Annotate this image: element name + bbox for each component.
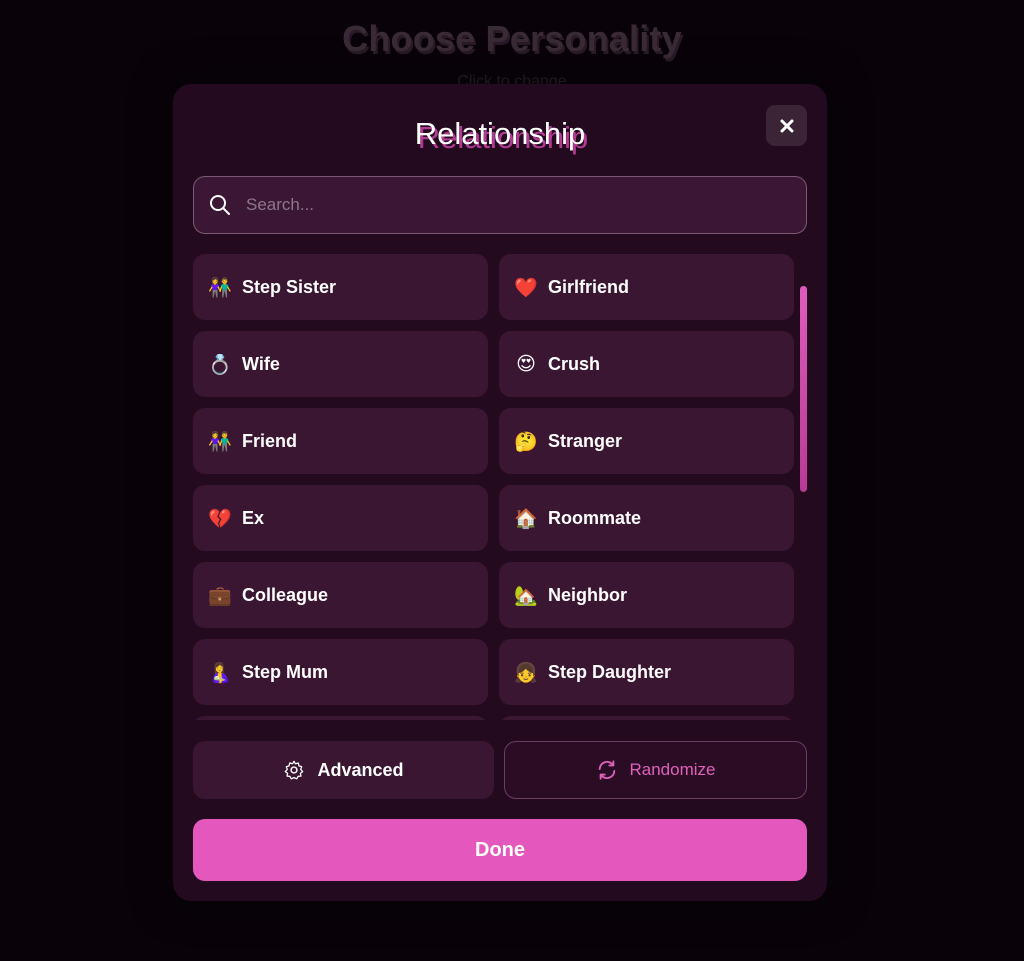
relationship-option[interactable]: 🤱 Step Mum [193, 639, 488, 705]
search-icon [208, 193, 232, 217]
relationship-option[interactable]: 👫 Friend [193, 408, 488, 474]
relationship-option[interactable]: 👫 Step Sister [193, 254, 488, 320]
relationship-option[interactable]: 🏠 Roommate [499, 485, 794, 551]
relationship-emoji-icon: 🤔 [514, 430, 538, 453]
done-label: Done [475, 838, 525, 861]
relationship-label: Colleague [242, 584, 329, 605]
search-input[interactable] [246, 195, 806, 215]
relationship-emoji-icon: 💔 [208, 507, 232, 530]
background-page-title: Choose Personality [342, 18, 682, 59]
relationship-emoji-icon: ❤️ [514, 276, 538, 299]
relationship-emoji-icon: 👫 [208, 276, 232, 299]
relationship-label: Crush [548, 353, 601, 374]
relationship-emoji-icon: 💼 [208, 584, 232, 607]
relationship-modal: Relationship 👫 Step Sister ❤️ Girlfriend 💍 Wi… [173, 84, 827, 901]
relationship-label: Ex [242, 507, 265, 528]
relationship-emoji-icon: 👫 [208, 430, 232, 453]
relationship-label: Neighbor [548, 584, 627, 605]
relationship-label: Roommate [548, 507, 642, 528]
modal-title: Relationship [414, 116, 586, 151]
relationship-option[interactable] [499, 716, 794, 720]
relationship-label: Step Sister [242, 276, 337, 297]
advanced-button[interactable]: Advanced [193, 741, 494, 799]
relationship-label: Stranger [548, 430, 623, 451]
close-button[interactable] [766, 105, 807, 146]
scrollbar-thumb[interactable] [800, 286, 807, 492]
relationship-label: Girlfriend [548, 276, 630, 297]
relationship-option[interactable] [193, 716, 488, 720]
randomize-label: Randomize [629, 760, 716, 779]
relationship-option[interactable]: 😍 Crush [499, 331, 794, 397]
relationship-option[interactable]: 💔 Ex [193, 485, 488, 551]
relationship-label: Step Daughter [548, 661, 672, 682]
relationship-emoji-icon: 💍 [208, 353, 232, 376]
relationship-option[interactable]: 💼 Colleague [193, 562, 488, 628]
relationship-emoji-icon: 🤱 [208, 661, 232, 684]
done-button[interactable]: Done [193, 819, 807, 881]
relationship-emoji-icon: 🏠 [514, 507, 538, 530]
relationship-emoji-icon: 👧 [514, 661, 538, 684]
relationship-emoji-icon: 🏡 [514, 584, 538, 607]
relationship-label: Friend [242, 430, 298, 451]
close-icon [780, 119, 793, 132]
relationship-emoji-icon: 😍 [516, 353, 536, 375]
relationship-option[interactable]: 🏡 Neighbor [499, 562, 794, 628]
search-box[interactable] [193, 176, 807, 234]
advanced-label: Advanced [317, 759, 404, 780]
relationship-option[interactable]: 👧 Step Daughter [499, 639, 794, 705]
relationship-option[interactable]: 🤔 Stranger [499, 408, 794, 474]
page: Choose Personality Click to change Relat… [0, 0, 1024, 961]
relationship-option[interactable]: ❤️ Girlfriend [499, 254, 794, 320]
relationship-list[interactable]: 👫 Step Sister ❤️ Girlfriend 💍 Wife 😍 Crush 👫 Frie… [193, 254, 795, 720]
randomize-button[interactable]: Randomize [504, 741, 807, 799]
gear-icon [283, 759, 305, 781]
refresh-icon [596, 759, 618, 781]
relationship-label: Step Mum [242, 661, 329, 682]
relationship-option[interactable]: 💍 Wife [193, 331, 488, 397]
relationship-label: Wife [242, 353, 280, 374]
